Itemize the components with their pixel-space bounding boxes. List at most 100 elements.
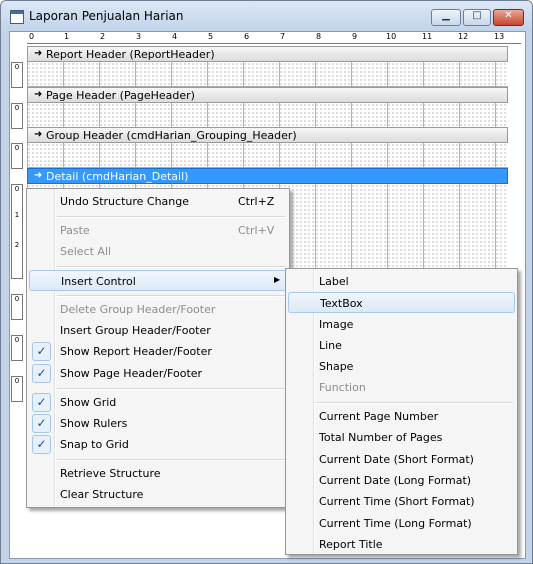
menu-item-show-grid[interactable]: ✓ Show Grid — [29, 392, 287, 413]
menu-item-label: Line — [319, 339, 342, 352]
menu-item-label: Insert Group Header/Footer — [60, 324, 211, 337]
submenu-item-date-short[interactable]: Current Date (Short Format) — [288, 449, 515, 470]
menu-separator — [316, 402, 513, 404]
section-arrow-icon: ➜ — [34, 170, 43, 181]
check-icon: ✓ — [32, 414, 51, 433]
ruler-tick: 8 — [316, 32, 322, 41]
menu-item-undo[interactable]: Undo Structure Change Ctrl+Z — [29, 191, 287, 212]
menu-item-retrieve[interactable]: Retrieve Structure — [29, 463, 287, 484]
menu-item-clear[interactable]: Clear Structure — [29, 484, 287, 505]
minimize-icon: ▁ — [442, 10, 450, 21]
maximize-button[interactable]: □ — [463, 9, 491, 26]
check-icon: ✓ — [32, 342, 51, 361]
menu-item-insert-control[interactable]: Insert Control ▶ — [29, 270, 287, 291]
menu-item-label: TextBox — [320, 297, 363, 310]
detail-bar[interactable]: ➜ Detail (cmdHarian_Detail) — [27, 168, 508, 184]
ruler-tick: 0 — [29, 32, 35, 41]
page-header-section[interactable] — [27, 103, 508, 128]
vertical-ruler: 0 — [11, 376, 23, 402]
close-button[interactable]: ✕ — [493, 9, 524, 26]
submenu-item-textbox[interactable]: TextBox — [288, 292, 515, 313]
context-menu: Undo Structure Change Ctrl+Z Paste Ctrl+… — [26, 188, 290, 508]
minimize-button[interactable]: ▁ — [431, 9, 461, 26]
ruler-tick: 0 — [14, 295, 20, 303]
menu-item-show-page-hf[interactable]: ✓ Show Page Header/Footer — [29, 363, 287, 384]
menu-item-label: Retrieve Structure — [60, 467, 161, 480]
ruler-tick: 0 — [14, 63, 20, 71]
menu-item-show-rulers[interactable]: ✓ Show Rulers — [29, 413, 287, 434]
menu-item-label: Show Report Header/Footer — [60, 345, 212, 358]
submenu-item-total-pages[interactable]: Total Number of Pages — [288, 427, 515, 448]
menu-separator — [57, 266, 285, 268]
section-label: Group Header (cmdHarian_Grouping_Header) — [46, 129, 297, 142]
menu-item-label: Show Page Header/Footer — [60, 367, 203, 380]
report-header-section[interactable] — [27, 62, 508, 87]
ruler-tick: 11 — [422, 32, 433, 41]
submenu-item-function[interactable]: Function — [288, 377, 515, 398]
menu-item-label: Image — [319, 318, 354, 331]
ruler-tick: 2 — [100, 32, 106, 41]
submenu-item-time-short[interactable]: Current Time (Short Format) — [288, 491, 515, 512]
section-label: Detail (cmdHarian_Detail) — [46, 170, 189, 183]
group-header-bar[interactable]: ➜ Group Header (cmdHarian_Grouping_Heade… — [27, 127, 508, 143]
submenu-item-current-page-number[interactable]: Current Page Number — [288, 406, 515, 427]
menu-separator — [57, 295, 285, 297]
menu-item-snap-to-grid[interactable]: ✓ Snap to Grid — [29, 434, 287, 455]
menu-item-shortcut: Ctrl+Z — [238, 195, 275, 208]
submenu-arrow-icon: ▶ — [274, 275, 281, 284]
report-header-bar[interactable]: ➜ Report Header (ReportHeader) — [27, 46, 508, 62]
ruler-tick: 4 — [172, 32, 178, 41]
ruler-tick: 2 — [14, 241, 20, 249]
submenu-item-time-long[interactable]: Current Time (Long Format) — [288, 513, 515, 534]
section-arrow-icon: ➜ — [34, 48, 43, 59]
menu-item-label: Snap to Grid — [60, 438, 129, 451]
menu-item-label: Clear Structure — [60, 488, 144, 501]
menu-item-label: Shape — [319, 360, 354, 373]
menu-item-label: Function — [319, 381, 366, 394]
insert-control-submenu: Label TextBox Image Line Shape Function … — [285, 268, 518, 555]
menu-item-label: Delete Group Header/Footer — [60, 303, 216, 316]
menu-item-label: Current Time (Long Format) — [319, 517, 472, 530]
menu-item-label: Total Number of Pages — [319, 431, 443, 444]
submenu-item-label[interactable]: Label — [288, 271, 515, 292]
vertical-ruler: 0 — [11, 335, 23, 361]
ruler-tick: 1 — [64, 32, 70, 41]
window-title: Laporan Penjualan Harian — [29, 9, 184, 23]
menu-item-shortcut: Ctrl+V — [238, 224, 275, 237]
vertical-ruler: 0 — [11, 143, 23, 169]
menu-item-insert-group[interactable]: Insert Group Header/Footer — [29, 320, 287, 341]
submenu-item-shape[interactable]: Shape — [288, 356, 515, 377]
app-icon — [10, 10, 24, 24]
menu-item-label: Current Page Number — [319, 410, 439, 423]
group-header-section[interactable] — [27, 143, 508, 168]
menu-item-label: Show Grid — [60, 396, 117, 409]
menu-item-label: Current Date (Short Format) — [319, 453, 474, 466]
menu-item-label: Undo Structure Change — [60, 195, 190, 208]
ruler-tick: 13 — [494, 32, 505, 41]
menu-item-label: Show Rulers — [60, 417, 128, 430]
ruler-tick: 0 — [14, 185, 20, 193]
submenu-item-date-long[interactable]: Current Date (Long Format) — [288, 470, 515, 491]
ruler-tick: 3 — [136, 32, 142, 41]
vertical-ruler: 0 — [11, 294, 23, 320]
ruler-tick: 5 — [208, 32, 214, 41]
menu-item-show-report-hf[interactable]: ✓ Show Report Header/Footer — [29, 341, 287, 362]
submenu-item-report-title[interactable]: Report Title — [288, 534, 515, 555]
title-bar[interactable]: Laporan Penjualan Harian ▁ □ ✕ — [1, 1, 532, 31]
menu-item-label: Insert Control — [61, 275, 136, 288]
ruler-tick: 1 — [14, 211, 20, 219]
menu-item-delete-group[interactable]: Delete Group Header/Footer — [29, 299, 287, 320]
section-arrow-icon: ➜ — [34, 89, 43, 100]
ruler-tick: 12 — [458, 32, 469, 41]
menu-item-select-all[interactable]: Select All — [29, 241, 287, 262]
menu-separator — [57, 216, 285, 218]
submenu-item-line[interactable]: Line — [288, 335, 515, 356]
ruler-tick: 10 — [386, 32, 397, 41]
submenu-item-image[interactable]: Image — [288, 314, 515, 335]
menu-item-label: Report Title — [319, 538, 383, 551]
menu-item-paste[interactable]: Paste Ctrl+V — [29, 220, 287, 241]
vertical-ruler: 0 — [11, 62, 23, 88]
section-label: Report Header (ReportHeader) — [46, 48, 215, 61]
ruler-tick: 9 — [352, 32, 358, 41]
page-header-bar[interactable]: ➜ Page Header (PageHeader) — [27, 87, 508, 103]
